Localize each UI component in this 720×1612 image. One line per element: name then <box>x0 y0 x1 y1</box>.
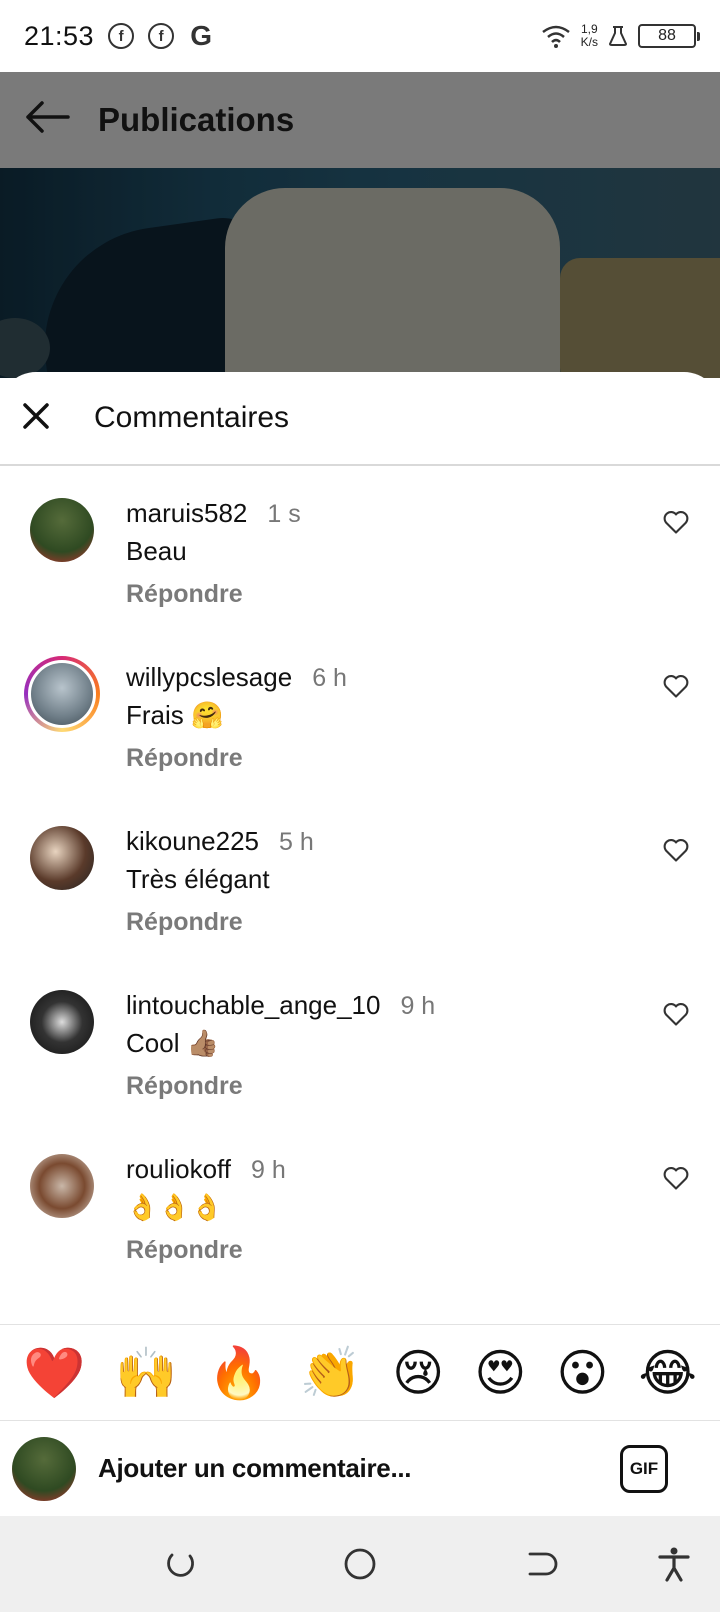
system-nav-bar <box>0 1516 720 1612</box>
avatar[interactable] <box>30 1154 94 1218</box>
recents-icon[interactable] <box>162 1546 198 1582</box>
status-time: 21:53 <box>24 20 95 51</box>
comment-username[interactable]: kikoune225 <box>126 826 259 857</box>
flask-icon <box>608 26 628 46</box>
google-icon: G <box>190 20 212 51</box>
comment-item: maruis582 1 s Beau Répondre <box>0 468 720 632</box>
emoji-surprised-button[interactable]: 😮 <box>556 1348 608 1398</box>
heart-icon[interactable] <box>662 1000 690 1028</box>
heart-icon[interactable] <box>662 836 690 864</box>
battery-indicator: 88 <box>638 24 700 48</box>
comment-username[interactable]: lintouchable_ange_10 <box>126 990 380 1021</box>
back-icon[interactable] <box>522 1546 558 1582</box>
comment-text: Cool 👍🏽 <box>126 1028 220 1058</box>
current-user-avatar <box>12 1436 76 1501</box>
status-right: 1,9 K/s 88 <box>541 23 700 49</box>
comment-username[interactable]: willypcslesage <box>126 662 292 693</box>
comment-text: Très élégant <box>126 864 270 894</box>
emoji-fire-button[interactable]: 🔥 <box>208 1348 270 1398</box>
heart-icon[interactable] <box>662 672 690 700</box>
emoji-heart-button[interactable]: ❤️ <box>23 1348 85 1398</box>
avatar-story-ring[interactable] <box>24 656 100 732</box>
comment-time: 9 h <box>400 992 436 1020</box>
comment-item: kikoune225 5 h Très élégant Répondre <box>0 796 720 960</box>
comment-input[interactable]: Ajouter un commentaire... <box>98 1453 412 1484</box>
reply-button[interactable]: Répondre <box>126 580 243 609</box>
reply-button[interactable]: Répondre <box>126 908 243 937</box>
emoji-crying-button[interactable]: 😢 <box>392 1348 444 1398</box>
comment-item: willypcslesage 6 h Frais 🤗 Répondre <box>0 632 720 796</box>
notification-icons: f f G <box>108 20 214 51</box>
comment-item-partial <box>0 1288 720 1318</box>
comment-text: Frais 🤗 <box>126 700 224 730</box>
comments-title: Commentaires <box>94 401 290 434</box>
post-photo <box>0 168 720 378</box>
comment-time: 9 h <box>251 1156 286 1184</box>
comment-text: Beau <box>126 536 187 566</box>
emoji-raising-hands-button[interactable]: 🙌 <box>115 1348 177 1398</box>
network-speed: 1,9 K/s <box>581 23 598 49</box>
reply-button[interactable]: Répondre <box>126 1072 243 1101</box>
comment-list[interactable]: maruis582 1 s Beau Répondre willypcslesa… <box>0 468 720 1318</box>
heart-icon[interactable] <box>662 1164 690 1192</box>
top-app-bar: Publications <box>0 72 720 168</box>
gif-button[interactable]: GIF <box>620 1445 668 1493</box>
heart-icon[interactable] <box>662 508 690 536</box>
emoji-laughing-button[interactable]: 😂 <box>639 1348 697 1398</box>
accessibility-icon[interactable] <box>656 1546 692 1582</box>
comment-input-bar: Ajouter un commentaire... GIF <box>0 1420 720 1516</box>
status-bar: 21:53 f f G 1,9 K/s 88 <box>0 0 720 72</box>
comment-username[interactable]: maruis582 <box>126 498 247 529</box>
comment-time: 6 h <box>312 664 347 692</box>
comment-item: rouliokoff 9 h 👌👌👌 Répondre <box>0 1124 720 1288</box>
back-arrow-icon[interactable] <box>24 98 74 142</box>
avatar[interactable] <box>30 990 94 1054</box>
page-title: Publications <box>98 101 295 138</box>
network-speed-unit: K/s <box>580 35 598 49</box>
facebook-icon: f <box>148 23 175 49</box>
facebook-icon: f <box>108 23 135 49</box>
home-icon[interactable] <box>342 1546 378 1582</box>
comment-time: 5 h <box>279 828 314 856</box>
avatar[interactable] <box>30 498 94 562</box>
avatar[interactable] <box>30 826 94 890</box>
emoji-clap-button[interactable]: 👏 <box>300 1348 362 1398</box>
emoji-quick-reactions: ❤️ 🙌 🔥 👏 😢 😍 😮 😂 <box>0 1324 720 1420</box>
comment-username[interactable]: rouliokoff <box>126 1154 231 1185</box>
comment-text: 👌👌👌 <box>126 1192 224 1222</box>
close-icon[interactable] <box>22 399 72 437</box>
comments-header: Commentaires <box>0 372 720 466</box>
comment-item: lintouchable_ange_10 9 h Cool 👍🏽 Répondr… <box>0 960 720 1124</box>
reply-button[interactable]: Répondre <box>126 744 243 773</box>
emoji-heart-eyes-button[interactable]: 😍 <box>474 1348 526 1398</box>
wifi-icon <box>541 25 570 48</box>
reply-button[interactable]: Répondre <box>126 1236 243 1265</box>
comment-time: 1 s <box>267 500 301 528</box>
